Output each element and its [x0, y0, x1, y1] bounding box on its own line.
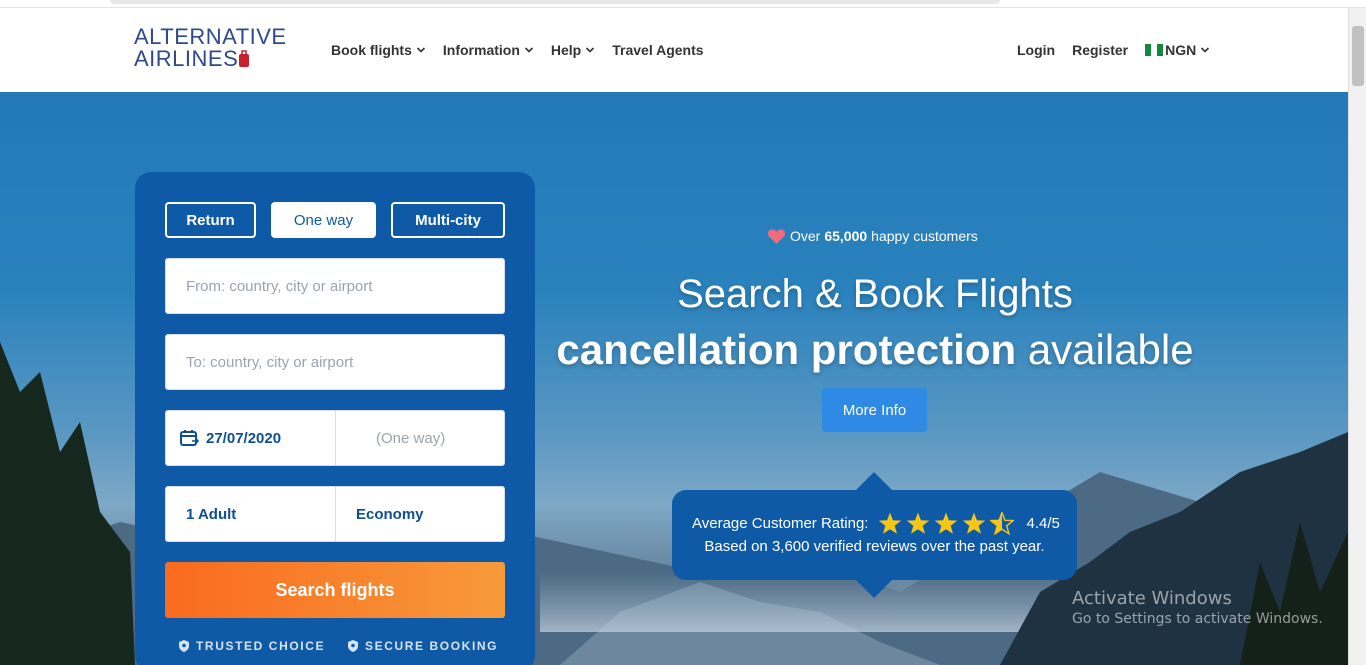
search-flights-button[interactable]: Search flights: [165, 562, 505, 618]
happy-count: 65,000: [824, 228, 868, 244]
return-date-picker[interactable]: (One way): [335, 411, 504, 465]
customer-rating-box: Average Customer Rating: 4.4/5 Based on …: [672, 472, 1077, 598]
happy-suffix: happy customers: [871, 228, 978, 244]
flight-search-panel: Return One way Multi-city 27/07/2020: [135, 172, 535, 665]
login-link[interactable]: Login: [1017, 42, 1055, 58]
nav-book-flights-label: Book flights: [331, 42, 412, 58]
nav-information[interactable]: Information: [443, 42, 534, 58]
hero-headline-line1: Search & Book Flights: [677, 272, 1073, 316]
main-nav: Book flights Information Help Travel Age…: [331, 42, 704, 58]
watermark-line1: Activate Windows: [1072, 588, 1232, 609]
heart-icon: [768, 228, 785, 244]
shield-icon: [348, 640, 358, 652]
happy-customers-line: Over 65,000 happy customers: [768, 228, 978, 244]
depart-date-picker[interactable]: 27/07/2020: [166, 411, 335, 465]
calendar-icon: [180, 430, 200, 446]
hero-section: Return One way Multi-city 27/07/2020: [0, 92, 1348, 665]
star-full-icon: [935, 512, 958, 534]
star-full-icon: [963, 512, 986, 534]
register-link[interactable]: Register: [1072, 42, 1128, 58]
rating-stars: [878, 512, 1018, 535]
secure-booking-label: SECURE BOOKING: [365, 639, 499, 653]
depart-date-value: 27/07/2020: [206, 429, 282, 447]
more-info-button[interactable]: More Info: [822, 388, 927, 432]
chevron-down-icon: [416, 47, 425, 53]
nav-travel-agents-label: Travel Agents: [612, 42, 704, 58]
rating-box-pointer-bottom: [856, 580, 892, 598]
happy-prefix: Over: [790, 228, 821, 244]
star-half-icon: [990, 512, 1015, 535]
passenger-value: 1 Adult: [186, 505, 237, 523]
trip-type-return[interactable]: Return: [165, 202, 256, 238]
shield-icon: [179, 640, 189, 652]
passenger-selector[interactable]: 1 Adult: [166, 487, 335, 541]
hero-headline-bold: cancellation protection: [556, 326, 1017, 373]
chevron-down-icon: [524, 47, 533, 53]
passenger-class-field: 1 Adult Economy: [165, 486, 505, 542]
cabin-class-value: Economy: [356, 505, 424, 523]
site-header: ALTERNATIVE AIRLINES Book flights Inform…: [0, 8, 1348, 92]
rating-label: Average Customer Rating:: [692, 515, 869, 532]
trusted-choice-label: TRUSTED CHOICE: [196, 639, 326, 653]
trusted-choice-badge: TRUSTED CHOICE: [179, 639, 325, 653]
brand-line2: AIRLINES: [134, 46, 239, 71]
luggage-tag-icon: [239, 50, 249, 67]
date-field: 27/07/2020 (One way): [165, 410, 505, 466]
watermark-line2: Go to Settings to activate Windows.: [1072, 611, 1323, 627]
windows-activation-watermark: Activate Windows Go to Settings to activ…: [1072, 588, 1323, 627]
rating-subtext: Based on 3,600 verified reviews over the…: [704, 538, 1045, 555]
page-scrollbar[interactable]: [1348, 8, 1366, 665]
star-full-icon: [879, 512, 902, 534]
scrollbar-thumb[interactable]: [1352, 26, 1364, 86]
chevron-down-icon: [586, 47, 595, 53]
chevron-down-icon: [1201, 47, 1210, 53]
hero-headline-rest: available: [1027, 326, 1194, 373]
currency-label: NGN: [1165, 42, 1197, 58]
nav-travel-agents[interactable]: Travel Agents: [612, 42, 703, 58]
nav-book-flights[interactable]: Book flights: [331, 42, 426, 58]
trip-type-one-way[interactable]: One way: [271, 202, 376, 238]
browser-top-strip: [0, 0, 1366, 8]
trip-type-multi-city[interactable]: Multi-city: [391, 202, 505, 238]
cabin-class-selector[interactable]: Economy: [335, 487, 504, 541]
nav-help-label: Help: [550, 42, 582, 58]
return-date-value: (One way): [376, 429, 446, 447]
rating-summary-row: Average Customer Rating: 4.4/5: [692, 512, 1060, 535]
account-nav: Login Register NGN: [1017, 42, 1227, 58]
browser-address-edge: [110, 0, 1000, 4]
star-full-icon: [907, 512, 930, 534]
nav-help[interactable]: Help: [551, 42, 595, 58]
nav-information-label: Information: [442, 42, 520, 58]
secure-booking-badge: SECURE BOOKING: [348, 639, 498, 653]
brand-logo[interactable]: ALTERNATIVE AIRLINES: [134, 24, 287, 74]
nigeria-flag-icon: [1145, 44, 1164, 56]
rating-box-pointer-top: [856, 472, 892, 490]
hero-headline-line2: cancellation protection available: [0, 326, 1348, 374]
rating-score: 4.4/5: [1026, 515, 1060, 532]
currency-selector[interactable]: NGN: [1145, 42, 1210, 58]
brand-line1: ALTERNATIVE: [134, 24, 287, 49]
